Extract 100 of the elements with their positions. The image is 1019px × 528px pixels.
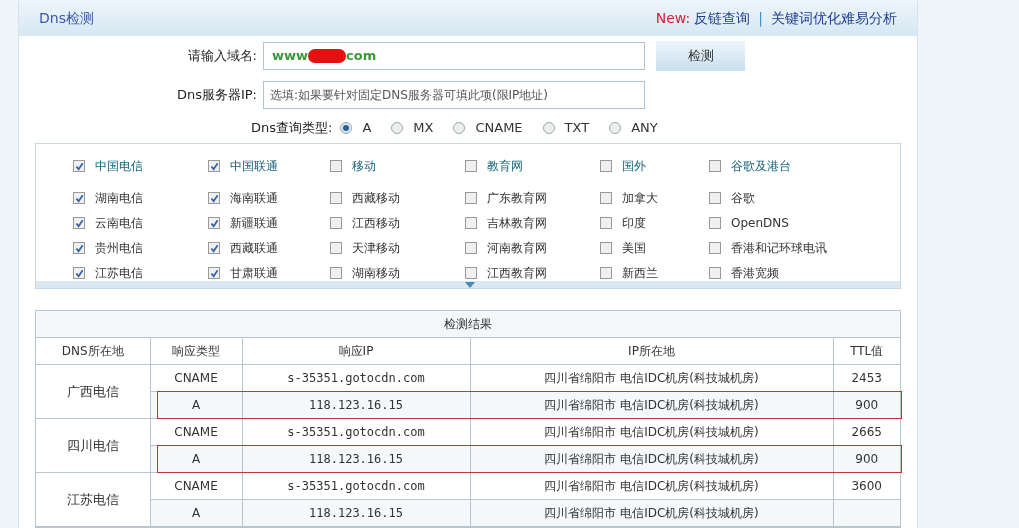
server-input[interactable]: 选填:如果要针对固定DNS服务器可填此项(限IP地址) [263, 81, 645, 109]
table-cell: 四川省绵阳市 电信IDC机房(科技城机房) [470, 499, 833, 527]
radio-button[interactable] [542, 121, 555, 134]
option-label: 加拿大 [622, 190, 658, 207]
option-label: 印度 [622, 215, 646, 232]
option-label: 新疆联通 [230, 215, 278, 232]
table-cell: 118.123.16.15 [242, 391, 470, 419]
option-label: OpenDNS [731, 215, 789, 232]
option-label: 香港宽频 [731, 265, 779, 282]
checkbox[interactable] [73, 160, 85, 172]
table-cell: 四川电信 [36, 418, 150, 473]
checkbox[interactable] [600, 192, 612, 204]
option-label: 美国 [622, 240, 646, 257]
domain-input[interactable]: www com [263, 42, 645, 70]
new-label: New: [655, 8, 691, 28]
column-header: 响应类型 [150, 337, 242, 365]
table-cell: 118.123.16.15 [242, 499, 470, 527]
option-label: 新西兰 [622, 265, 658, 282]
radio-button[interactable] [453, 121, 466, 134]
checkbox[interactable] [465, 267, 477, 279]
table-cell: 900 [833, 391, 900, 419]
option-label: 香港和记环球电讯 [731, 240, 827, 257]
group-label: 教育网 [487, 158, 523, 175]
radio-label: TXT [564, 119, 590, 137]
page-title: Dns检测 [39, 8, 94, 28]
column-header: TTL值 [833, 337, 900, 365]
column-header: IP所在地 [470, 337, 833, 365]
table-cell: s-35351.gotocdn.com [242, 472, 470, 500]
checkbox[interactable] [208, 160, 220, 172]
option-label: 河南教育网 [487, 240, 547, 257]
radio-label: ANY [631, 119, 658, 137]
checkbox[interactable] [208, 242, 220, 254]
checkbox[interactable] [465, 242, 477, 254]
checkbox[interactable] [600, 267, 612, 279]
radio-label: MX [413, 119, 434, 137]
checkbox[interactable] [208, 217, 220, 229]
domain-label: 请输入域名: [186, 47, 258, 66]
expand-arrow-icon[interactable] [465, 281, 475, 288]
checkbox[interactable] [330, 192, 342, 204]
option-label: 西藏联通 [230, 240, 278, 257]
group-label: 谷歌及港台 [731, 158, 791, 175]
checkbox[interactable] [330, 217, 342, 229]
checkbox[interactable] [600, 242, 612, 254]
checkbox[interactable] [73, 217, 85, 229]
radio-button[interactable] [609, 121, 622, 134]
checkbox[interactable] [709, 160, 721, 172]
column-header: DNS所在地 [36, 337, 150, 365]
checkbox[interactable] [330, 242, 342, 254]
radio-label: A [362, 119, 372, 137]
table-cell: 江苏电信 [36, 472, 150, 527]
group-label: 中国电信 [95, 158, 143, 175]
option-label: 吉林教育网 [487, 215, 547, 232]
header-link[interactable]: 反链查询 [694, 7, 751, 29]
table-cell: 118.123.16.15 [242, 445, 470, 473]
checkbox[interactable] [600, 160, 612, 172]
checkbox[interactable] [73, 192, 85, 204]
checkbox[interactable] [465, 192, 477, 204]
query-type-label: Dns查询类型: [251, 119, 333, 137]
option-label: 江西教育网 [487, 265, 547, 282]
table-cell: CNAME [150, 364, 242, 392]
option-label: 西藏移动 [352, 190, 400, 207]
checkbox[interactable] [709, 192, 721, 204]
table-cell: CNAME [150, 418, 242, 446]
radio-label: CNAME [475, 119, 523, 137]
checkbox[interactable] [73, 242, 85, 254]
checkbox[interactable] [709, 217, 721, 229]
results-title: 检测结果 [36, 310, 900, 338]
header-link[interactable]: 关键词优化难易分析 [771, 7, 897, 29]
option-label: 湖南移动 [352, 265, 400, 282]
checkbox[interactable] [709, 242, 721, 254]
checkbox[interactable] [465, 160, 477, 172]
radio-button[interactable] [340, 121, 353, 134]
option-label: 湖南电信 [95, 190, 143, 207]
radio-button[interactable] [391, 121, 404, 134]
option-label: 天津移动 [352, 240, 400, 257]
checkbox[interactable] [600, 217, 612, 229]
option-label: 江苏电信 [95, 265, 143, 282]
option-label: 谷歌 [731, 190, 755, 207]
checkbox[interactable] [208, 267, 220, 279]
group-label: 移动 [352, 158, 376, 175]
option-label: 贵州电信 [95, 240, 143, 257]
table-cell: A [150, 499, 242, 527]
checkbox[interactable] [709, 267, 721, 279]
checkbox[interactable] [73, 267, 85, 279]
table-cell: CNAME [150, 472, 242, 500]
checkbox[interactable] [330, 160, 342, 172]
option-label: 广东教育网 [487, 190, 547, 207]
check-button[interactable]: 检测 [656, 41, 745, 71]
option-label: 云南电信 [95, 215, 143, 232]
checkbox[interactable] [465, 217, 477, 229]
checkbox[interactable] [208, 192, 220, 204]
server-label: Dns服务器IP: [175, 86, 258, 105]
option-label: 甘肃联通 [230, 265, 278, 282]
option-label: 海南联通 [230, 190, 278, 207]
group-label: 国外 [622, 158, 646, 175]
table-cell: 广西电信 [36, 364, 150, 419]
group-label: 中国联通 [230, 158, 278, 175]
table-cell: 四川省绵阳市 电信IDC机房(科技城机房) [470, 472, 833, 500]
column-header: 响应IP [242, 337, 470, 365]
checkbox[interactable] [330, 267, 342, 279]
